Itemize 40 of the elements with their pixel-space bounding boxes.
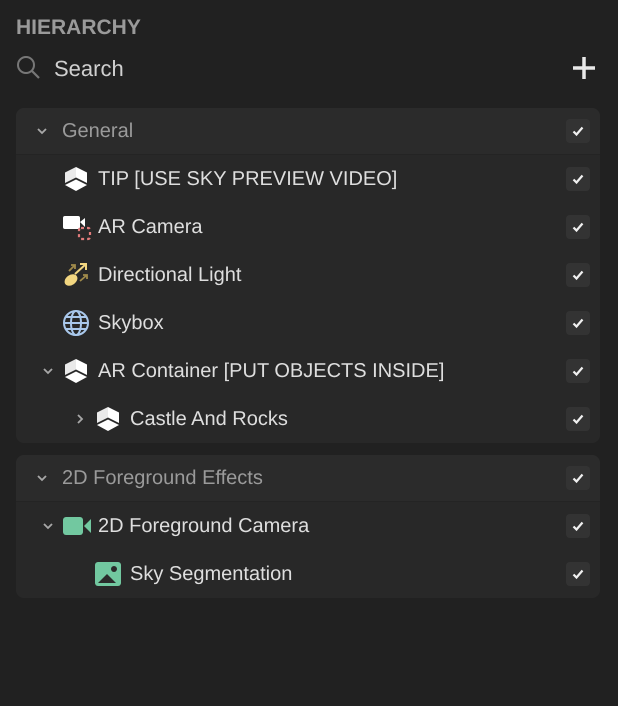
check-icon bbox=[571, 567, 585, 581]
panel-title: HIERARCHY bbox=[16, 15, 142, 41]
search-field[interactable]: Search bbox=[54, 52, 310, 84]
item-label[interactable]: Sky Segmentation bbox=[130, 559, 566, 589]
checkbox[interactable] bbox=[566, 466, 590, 490]
check-icon bbox=[571, 124, 585, 138]
check-icon bbox=[571, 220, 585, 234]
check-icon bbox=[571, 519, 585, 533]
group-label[interactable]: 2D Foreground Effects bbox=[62, 463, 566, 493]
checkbox[interactable] bbox=[566, 119, 590, 143]
checkbox[interactable] bbox=[566, 562, 590, 586]
search-icon bbox=[16, 55, 42, 81]
item-label[interactable]: AR Container [PUT OBJECTS INSIDE] bbox=[98, 356, 566, 386]
video-camera-icon bbox=[62, 515, 92, 537]
item-label[interactable]: Castle And Rocks bbox=[130, 404, 566, 434]
checkbox[interactable] bbox=[566, 167, 590, 191]
item-label[interactable]: AR Camera bbox=[98, 212, 566, 242]
check-icon bbox=[571, 316, 585, 330]
checkbox[interactable] bbox=[566, 359, 590, 383]
item-label[interactable]: TIP [USE SKY PREVIEW VIDEO] bbox=[98, 164, 566, 194]
check-icon bbox=[571, 364, 585, 378]
checkbox[interactable] bbox=[566, 215, 590, 239]
camera-icon bbox=[62, 213, 92, 241]
check-icon bbox=[571, 412, 585, 426]
checkbox[interactable] bbox=[566, 263, 590, 287]
item-label[interactable]: Skybox bbox=[98, 308, 566, 338]
item-label[interactable]: Directional Light bbox=[98, 260, 566, 290]
cube-icon bbox=[62, 165, 90, 193]
cube-icon bbox=[94, 405, 122, 433]
image-icon bbox=[94, 561, 122, 587]
item-label[interactable]: 2D Foreground Camera bbox=[98, 511, 566, 541]
check-icon bbox=[571, 268, 585, 282]
checkbox[interactable] bbox=[566, 514, 590, 538]
group-label[interactable]: General bbox=[62, 116, 566, 146]
checkbox[interactable] bbox=[566, 407, 590, 431]
checkbox[interactable] bbox=[566, 311, 590, 335]
check-icon bbox=[571, 172, 585, 186]
globe-icon bbox=[62, 309, 90, 337]
cube-icon bbox=[62, 357, 90, 385]
check-icon bbox=[571, 471, 585, 485]
